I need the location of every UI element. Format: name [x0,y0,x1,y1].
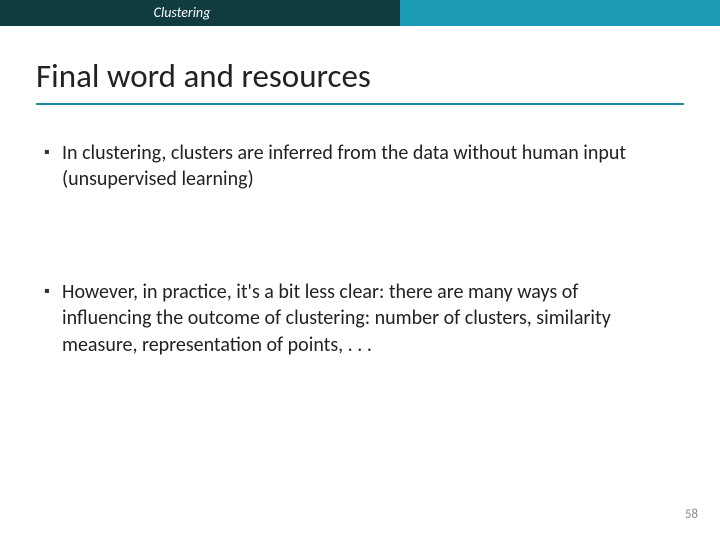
list-item: ▪ However, in practice, it's a bit less … [44,279,672,358]
list-item-text: In clustering, clusters are inferred fro… [62,140,672,193]
list-item-text: However, in practice, it's a bit less cl… [62,279,672,358]
section-label: Clustering [0,0,364,26]
bullet-list: ▪ In clustering, clusters are inferred f… [44,140,672,358]
list-item: ▪ In clustering, clusters are inferred f… [44,140,672,193]
title-divider [36,103,684,105]
bullet-icon: ▪ [44,279,62,305]
slide: Clustering Final word and resources ▪ In… [0,0,720,540]
slide-title: Final word and resources [36,56,371,96]
page-number: 58 [685,507,698,522]
bullet-icon: ▪ [44,140,62,166]
